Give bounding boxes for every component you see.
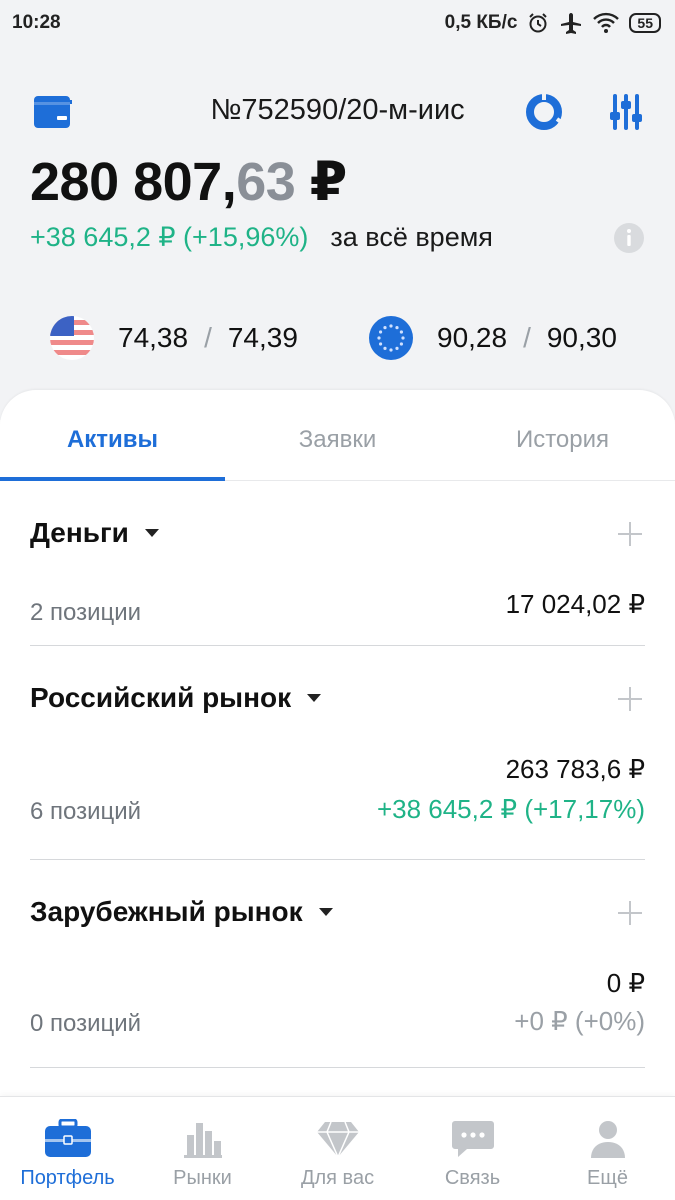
dropdown-caret-icon [318,908,333,916]
usd-sell-rate: 74,39 [227,322,298,353]
eur-rate[interactable]: 90,28 / 90,30 [367,314,617,362]
gain-value: +38 645,2 ₽ (+15,96%) [30,222,309,252]
status-time: 10:28 [12,12,61,33]
diamond-icon [316,1121,359,1159]
portfolio-header: №752590/20-м-иис [0,84,675,140]
usd-rate[interactable]: 74,38 / 74,39 [48,314,298,362]
nav-label: Портфель [20,1167,115,1189]
airplane-icon [561,13,582,34]
section-russian-market: Российский рынок 263 783,6 ₽ 6 позиций +… [30,646,645,860]
tab-orders[interactable]: Заявки [225,390,450,480]
account-number[interactable]: №752590/20-м-иис [0,94,675,127]
rate-separator: / [204,322,212,353]
nav-label: Связь [444,1167,501,1189]
balance-integer: 280 807, [30,152,237,212]
gain-period[interactable]: за всё время [330,222,493,253]
settings-sliders-icon[interactable] [608,92,644,132]
status-bar: 10:28 0,5 КБ/с 55 [0,0,675,46]
section-title[interactable]: Деньги [30,517,159,549]
portfolio-gain: +38 645,2 ₽ (+15,96%) за всё время [30,222,493,253]
tab-history[interactable]: История [450,390,675,480]
dropdown-caret-icon [307,694,322,702]
portfolio-card: Активы Заявки История Деньги 2 позиции 1… [0,390,675,1100]
profile-icon [590,1121,625,1158]
add-icon[interactable] [617,686,643,712]
eur-sell-rate: 90,30 [546,322,617,353]
positions-count: 6 позиций [30,798,142,825]
alarm-icon [529,13,548,33]
nav-more[interactable]: Ещё [540,1097,675,1200]
balance-currency: ₽ [295,152,348,212]
allocation-chart-icon[interactable] [524,92,564,132]
section-amount: 263 783,6 ₽ [505,754,645,784]
rate-separator: / [523,322,531,353]
info-icon[interactable] [613,222,645,254]
wifi-icon [593,12,620,33]
section-money: Деньги 2 позиции 17 024,02 ₽ [30,481,645,646]
tab-assets[interactable]: Активы [0,390,225,481]
add-icon[interactable] [617,521,643,547]
briefcase-icon [44,1119,91,1157]
positions-count: 2 позиции [30,599,142,626]
usd-flag-icon [50,316,94,360]
add-icon[interactable] [617,900,643,926]
section-amount: 0 ₽ [606,968,645,998]
nav-portfolio[interactable]: Портфель [0,1097,135,1200]
nav-markets[interactable]: Рынки [135,1097,270,1200]
nav-label: Для вас [300,1167,375,1189]
status-indicators: 0,5 КБ/с 55 [445,12,661,34]
dropdown-caret-icon [144,529,159,537]
section-title[interactable]: Российский рынок [30,682,322,714]
section-foreign-market: Зарубежный рынок 0 ₽ 0 позиций +0 ₽ (+0%… [30,860,645,1068]
section-change: +38 645,2 ₽ (+17,17%) [376,794,645,824]
battery-indicator: 55 [629,13,661,33]
chat-icon [451,1121,494,1157]
network-speed: 0,5 КБ/с [444,12,518,33]
usd-buy-rate: 74,38 [118,322,189,353]
section-title[interactable]: Зарубежный рынок [30,896,333,928]
positions-count: 0 позиций [30,1010,142,1037]
bottom-navigation: Портфель Рынки Для вас Связь Ещё [0,1096,675,1200]
section-title-text: Зарубежный рынок [30,896,303,927]
tab-bar: Активы Заявки История [0,390,675,481]
nav-contact[interactable]: Связь [405,1097,540,1200]
eur-flag-icon [369,316,413,360]
section-change: +0 ₽ (+0%) [514,1006,645,1036]
bar-chart-icon [183,1123,222,1158]
section-title-text: Российский рынок [30,682,292,713]
nav-for-you[interactable]: Для вас [270,1097,405,1200]
nav-label: Ещё [587,1167,628,1189]
portfolio-balance: 280 807,63 ₽ [30,150,347,213]
balance-fraction: 63 [236,152,296,212]
section-amount: 17 024,02 ₽ [505,589,645,619]
eur-buy-rate: 90,28 [437,322,508,353]
section-title-text: Деньги [30,517,129,548]
nav-label: Рынки [173,1167,232,1189]
